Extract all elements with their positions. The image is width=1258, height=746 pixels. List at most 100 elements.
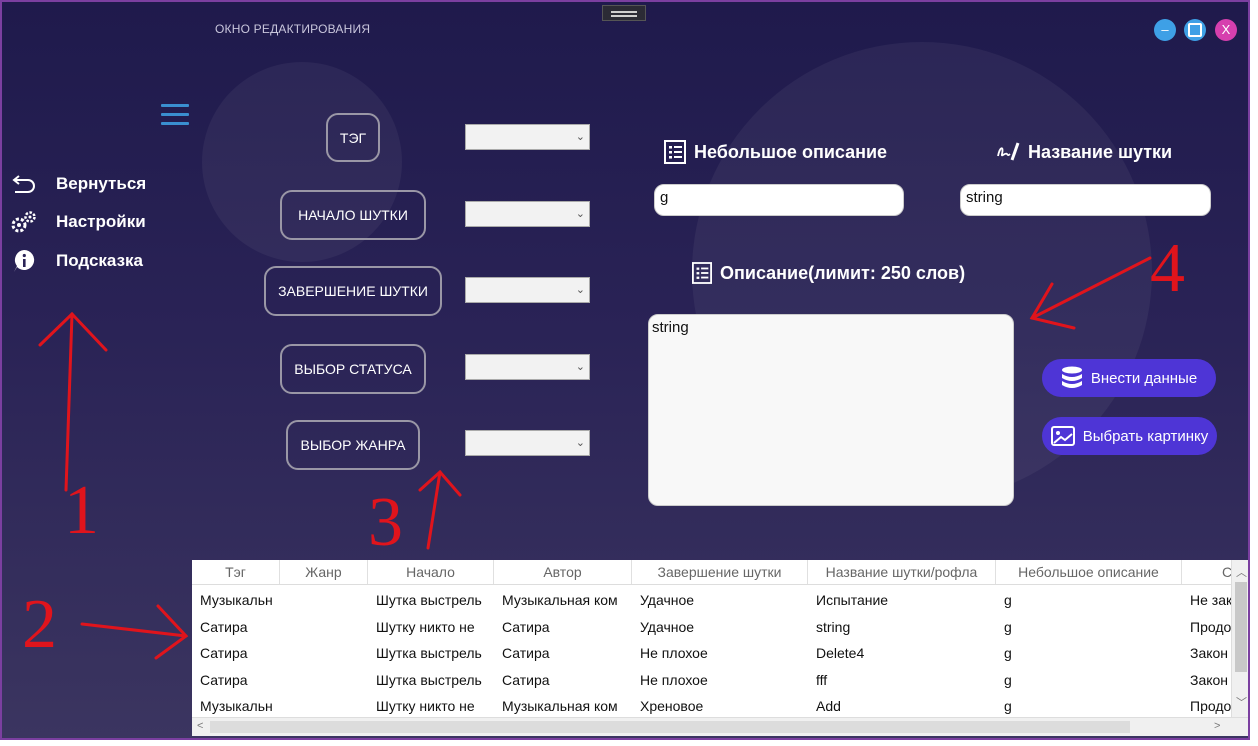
joke-start-button[interactable]: НАЧАЛО ШУТКИ	[280, 190, 426, 240]
table-cell[interactable]	[280, 693, 368, 719]
table-cell[interactable]: g	[996, 614, 1182, 640]
table-cell[interactable]: g	[996, 693, 1182, 719]
table-cell[interactable]: Сатира	[494, 667, 632, 693]
chevron-down-icon: ⌄	[575, 208, 585, 220]
genre-select-button[interactable]: ВЫБОР ЖАНРА	[286, 420, 420, 470]
table-cell[interactable]: Закон	[1182, 667, 1232, 693]
column-header[interactable]: Название шутки/рофла	[808, 560, 996, 584]
annotation-label-2: 2	[22, 586, 57, 663]
sidebar-item-settings[interactable]: Настройки	[10, 210, 146, 234]
scroll-right-icon[interactable]: >	[1214, 720, 1220, 732]
genre-dropdown[interactable]: ⌄	[465, 430, 590, 456]
horizontal-scrollbar[interactable]: < >	[192, 717, 1248, 736]
table-cell[interactable]: Закон	[1182, 640, 1232, 666]
table-cell[interactable]: Испытание	[808, 587, 996, 613]
table-cell[interactable]: Delete4	[808, 640, 996, 666]
chevron-down-icon: ⌄	[575, 284, 585, 296]
minimize-button[interactable]: –	[1154, 19, 1176, 41]
table-cell[interactable]: Сатира	[192, 614, 280, 640]
table-cell[interactable]: Музыкальн	[192, 693, 280, 719]
pick-image-button[interactable]: Выбрать картинку	[1042, 417, 1217, 455]
sidebar-item-back[interactable]: Вернуться	[10, 172, 146, 196]
column-header[interactable]: С	[1182, 560, 1232, 584]
table-cell[interactable]: g	[996, 640, 1182, 666]
tag-dropdown[interactable]: ⌄	[465, 124, 590, 150]
table-cell[interactable]: Сатира	[494, 640, 632, 666]
table-cell[interactable]: g	[996, 667, 1182, 693]
back-arrow-icon	[10, 172, 38, 196]
table-cell[interactable]: Музыкальная ком	[494, 693, 632, 719]
scroll-down-icon[interactable]: ﹀	[1236, 694, 1247, 710]
column-header[interactable]: Небольшое описание	[996, 560, 1182, 584]
table-cell[interactable]: Сатира	[192, 667, 280, 693]
chevron-down-icon: ⌄	[575, 437, 585, 449]
vertical-scrollbar[interactable]: ︿ ﹀	[1231, 560, 1248, 718]
table-cell[interactable]: Не плохое	[632, 667, 808, 693]
table-row[interactable]: Сатира Шутка выстрель Сатира Не плохое Delet…	[192, 640, 1232, 666]
database-icon	[1061, 366, 1083, 390]
table-cell[interactable]: fff	[808, 667, 996, 693]
chevron-down-icon: ⌄	[575, 131, 585, 143]
table-row[interactable]: Музыкальн Шутка выстрель Музыкальная ком Уд…	[192, 587, 1232, 613]
table-cell[interactable]: Шутку никто не	[368, 614, 494, 640]
joke-ending-button[interactable]: ЗАВЕРШЕНИЕ ШУТКИ	[264, 266, 442, 316]
table-row[interactable]: Сатира Шутку никто не Сатира Удачное string g…	[192, 614, 1232, 640]
table-cell[interactable]: string	[808, 614, 996, 640]
hamburger-menu-icon[interactable]	[161, 104, 189, 126]
table-cell[interactable]: Продо	[1182, 693, 1232, 719]
table-row[interactable]: Сатира Шутка выстрель Сатира Не плохое fff g З…	[192, 667, 1232, 693]
info-icon	[10, 249, 38, 273]
maximize-icon	[1188, 23, 1202, 37]
table-cell[interactable]: g	[996, 587, 1182, 613]
table-cell[interactable]: Шутка выстрель	[368, 667, 494, 693]
submit-data-button[interactable]: Внести данные	[1042, 359, 1216, 397]
table-cell[interactable]	[280, 614, 368, 640]
table-cell[interactable]: Add	[808, 693, 996, 719]
column-header[interactable]: Завершение шутки	[632, 560, 808, 584]
joke-start-dropdown[interactable]: ⌄	[465, 201, 590, 227]
column-header[interactable]: Автор	[494, 560, 632, 584]
table-cell[interactable]: Музыкальная ком	[494, 587, 632, 613]
description-textarea[interactable]: string	[648, 314, 1014, 506]
column-header[interactable]: Жанр	[280, 560, 368, 584]
joke-ending-dropdown[interactable]: ⌄	[465, 277, 590, 303]
table-cell[interactable]	[280, 640, 368, 666]
sidebar-item-hint[interactable]: Подсказка	[10, 249, 143, 273]
status-dropdown[interactable]: ⌄	[465, 354, 590, 380]
table-header: Тэг Жанр Начало Автор Завершение шутки Н…	[192, 560, 1232, 585]
table-cell[interactable]: Сатира	[192, 640, 280, 666]
maximize-button[interactable]	[1184, 19, 1206, 41]
table-cell[interactable]: Шутку никто не	[368, 693, 494, 719]
table-cell[interactable]: Не плохое	[632, 640, 808, 666]
jokes-table[interactable]: Тэг Жанр Начало Автор Завершение шутки Н…	[192, 560, 1248, 736]
short-description-input[interactable]: g	[654, 184, 904, 216]
table-cell[interactable]: Музыкальн	[192, 587, 280, 613]
table-cell[interactable]: Удачное	[632, 587, 808, 613]
annotation-label-4: 4	[1150, 230, 1185, 307]
sidebar-item-label: Настройки	[56, 212, 146, 231]
table-cell[interactable]: Шутка выстрель	[368, 587, 494, 613]
status-select-button[interactable]: ВЫБОР СТАТУСА	[280, 344, 426, 394]
table-cell[interactable]	[280, 667, 368, 693]
table-cell[interactable]: Продо	[1182, 614, 1232, 640]
table-cell[interactable]: Хреновое	[632, 693, 808, 719]
scroll-left-icon[interactable]: <	[197, 720, 203, 732]
scroll-thumb[interactable]	[210, 721, 1130, 733]
scroll-up-icon[interactable]: ︿	[1236, 564, 1247, 580]
table-cell[interactable]	[280, 587, 368, 613]
table-row[interactable]: Музыкальн Шутку никто не Музыкальная ком Хр…	[192, 693, 1232, 719]
column-header[interactable]: Тэг	[192, 560, 280, 584]
table-cell[interactable]: Сатира	[494, 614, 632, 640]
joke-name-input[interactable]: string	[960, 184, 1211, 216]
table-cell[interactable]: Удачное	[632, 614, 808, 640]
table-cell[interactable]: Шутка выстрель	[368, 640, 494, 666]
drag-handle[interactable]	[602, 5, 646, 21]
image-icon	[1050, 426, 1075, 446]
scroll-thumb[interactable]	[1235, 582, 1247, 672]
table-cell[interactable]: Не зак	[1182, 587, 1232, 613]
window-title: ОКНО РЕДАКТИРОВАНИЯ	[215, 22, 371, 36]
annotation-label-3: 3	[368, 484, 403, 561]
tag-button[interactable]: ТЭГ	[326, 113, 380, 162]
column-header[interactable]: Начало	[368, 560, 494, 584]
close-button[interactable]: X	[1215, 19, 1237, 41]
